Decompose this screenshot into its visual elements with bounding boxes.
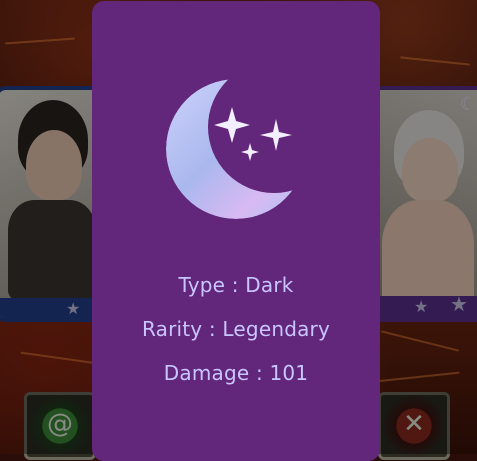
card-detail-panel: Type : Dark Rarity : Legendary Damage : … [92,1,380,461]
type-label: Type [178,273,226,297]
damage-separator: : [255,361,263,385]
rarity-value: Legendary [222,317,331,341]
crescent-moon-sparkles-icon [166,79,306,219]
type-separator: : [231,273,239,297]
card-type-line: Type : Dark [92,273,380,297]
rarity-separator: : [208,317,216,341]
type-value: Dark [245,273,294,297]
damage-value: 101 [269,361,309,385]
card-damage-line: Damage : 101 [92,361,380,385]
card-rarity-line: Rarity : Legendary [92,317,380,341]
rarity-label: Rarity [141,317,203,341]
damage-label: Damage [163,361,250,385]
